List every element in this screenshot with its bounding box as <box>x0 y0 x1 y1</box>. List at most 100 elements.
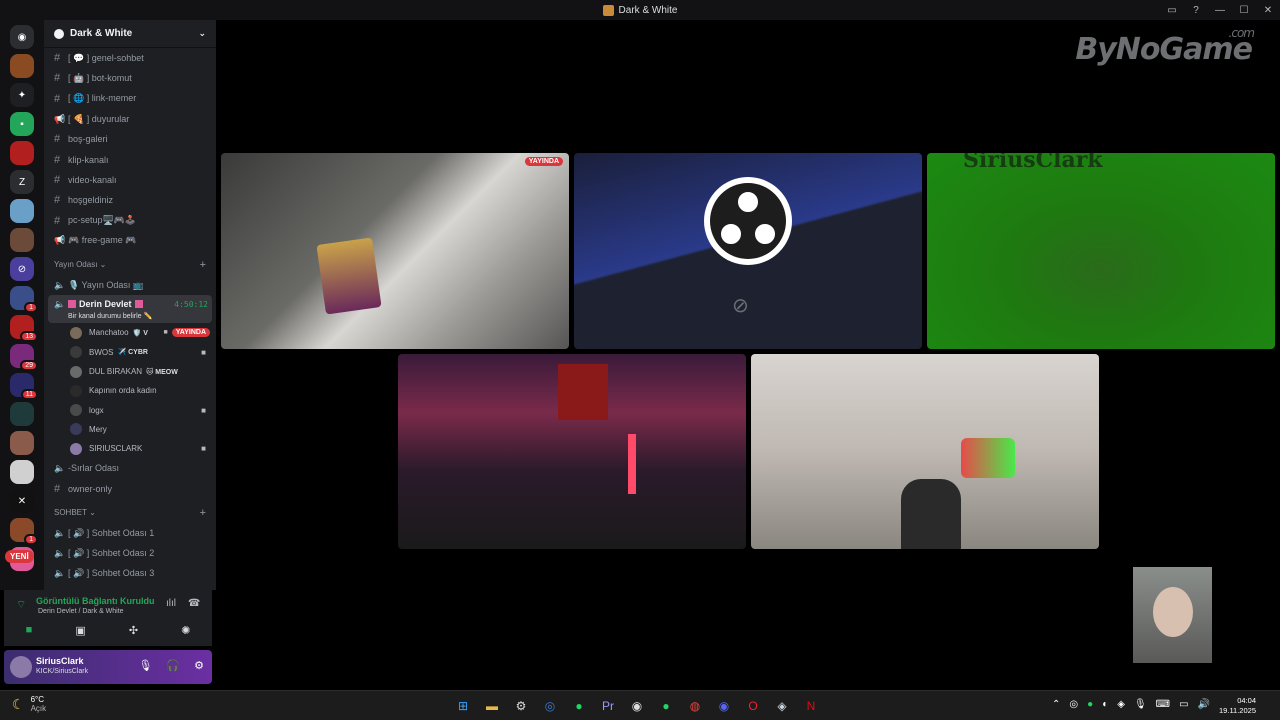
nvidia-icon[interactable]: ◐ <box>1102 699 1108 710</box>
server-icon[interactable] <box>10 228 34 252</box>
activities-icon[interactable]: ✣ <box>129 624 138 637</box>
text-channel[interactable]: # pc-setup🖥️🎮🕹️ <box>44 210 216 230</box>
voice-user[interactable]: logx ■ <box>44 400 216 419</box>
netflix-icon[interactable]: N <box>802 697 820 715</box>
voice-user[interactable]: Mery <box>44 420 216 439</box>
voice-user[interactable]: DUL BIRAKAN 🐱 MEOW <box>44 362 216 381</box>
video-tile-room-white[interactable] <box>751 354 1099 549</box>
voice-user[interactable]: BWOS ✈️ CYBR ■ <box>44 343 216 362</box>
text-channel[interactable]: # boş-galeri <box>44 129 216 149</box>
close-button[interactable]: ✕ <box>1256 5 1280 16</box>
server-icon[interactable] <box>10 431 34 455</box>
gear-icon[interactable]: ⚙ <box>194 659 204 672</box>
settings-icon[interactable]: ⚙ <box>512 697 530 715</box>
category-sohbet[interactable]: SOHBET ⌄ + <box>44 503 216 523</box>
server-icon[interactable]: 1 <box>10 286 38 313</box>
video-tile-obs[interactable]: ⊘ <box>574 153 922 349</box>
volume-icon[interactable]: 🔊 <box>1198 699 1210 710</box>
guild-header[interactable]: Dark & White ⌄ <box>44 20 216 48</box>
text-channel[interactable]: # [ 🌐 ] link-memer <box>44 89 216 109</box>
voice-channel[interactable]: 🔈[ 🔊 ] Sohbet Odası 1 <box>44 523 216 543</box>
headphones-icon[interactable]: 🎧 <box>166 659 180 672</box>
server-icon[interactable]: ✕ <box>10 489 34 513</box>
mic-tray-icon[interactable]: 🎙 <box>1134 699 1147 710</box>
text-channel[interactable]: # klip-kanalı <box>44 149 216 169</box>
voice-location[interactable]: Derin Devlet / Dark & White <box>38 608 124 615</box>
server-icon[interactable]: ⊘ <box>10 257 34 281</box>
category-stream[interactable]: Yayın Odası ⌄ + <box>44 255 216 275</box>
steam-tray-icon[interactable]: ◈ <box>1117 699 1125 710</box>
text-channel[interactable]: # hoşgeldiniz <box>44 190 216 210</box>
voice-channel-stream-room[interactable]: 🔈 🎙️ Yayın Odası 📺 <box>44 275 216 295</box>
app-blue-icon[interactable]: ◎ <box>541 697 559 715</box>
server-icon[interactable] <box>10 54 34 78</box>
minimize-button[interactable]: — <box>1208 5 1232 16</box>
soundboard-icon[interactable]: ✺ <box>181 624 190 637</box>
obs-icon[interactable]: ◉ <box>628 697 646 715</box>
spotify-icon[interactable]: ● <box>570 697 588 715</box>
voice-user[interactable]: SIRIUSCLARK ■ <box>44 439 216 458</box>
add-channel-icon[interactable]: + <box>200 259 206 271</box>
voice-channel[interactable]: 🔈[ 🔊 ] Sohbet Odası 2 <box>44 543 216 563</box>
voice-channel[interactable]: 🔈[ 🔊 ] Sohbet Odası 3 <box>44 564 216 584</box>
server-icon[interactable] <box>10 199 34 223</box>
whatsapp-icon[interactable]: ● <box>657 697 675 715</box>
server-icon[interactable]: 13 <box>10 315 38 342</box>
channel-item[interactable]: # owner-only <box>44 479 216 499</box>
keyboard-icon[interactable]: ⌨ <box>1156 699 1170 710</box>
weather-widget[interactable]: ☾ 6°C Açık <box>12 695 46 713</box>
text-channel[interactable]: # [ 💬 ] genel-sohbet <box>44 48 216 68</box>
text-channel[interactable]: 📢[ 🍕 ] duyurular <box>44 109 216 129</box>
premiere-icon[interactable]: Pr <box>599 697 617 715</box>
chrome-icon[interactable]: ◍ <box>686 697 704 715</box>
file-explorer-icon[interactable]: ▬ <box>483 697 501 715</box>
server-icon[interactable]: ▪ <box>10 112 34 136</box>
camera-icon: ■ <box>163 329 168 337</box>
opera-icon[interactable]: O <box>744 697 762 715</box>
spotify-tray-icon[interactable]: ● <box>1087 699 1093 710</box>
noise-suppression-icon[interactable]: ılıl <box>166 598 176 609</box>
voice-user[interactable]: Kapının orda kadın <box>44 381 216 400</box>
video-tile-room-red[interactable] <box>398 354 746 549</box>
inbox-icon[interactable]: ▭ <box>1160 5 1184 16</box>
channel-item[interactable]: 🔈 -Sırlar Odası <box>44 458 216 478</box>
disconnect-icon[interactable]: ☎ <box>188 598 200 609</box>
help-icon[interactable]: ? <box>1184 5 1208 16</box>
server-icon[interactable]: 11 <box>10 373 38 400</box>
camera-icon: ■ <box>201 347 206 357</box>
mic-icon[interactable]: 🎙 <box>138 659 152 672</box>
maximize-button[interactable]: ☐ <box>1232 5 1256 16</box>
server-icon[interactable] <box>10 141 34 165</box>
server-icon[interactable]: Z <box>10 170 34 194</box>
server-icon[interactable]: 29 <box>10 344 38 371</box>
avatar[interactable] <box>10 656 32 678</box>
megaphone-icon: 📢 <box>54 235 66 246</box>
active-voice-channel[interactable]: 🔈 Derin Devlet 4:50:12 Bir kanal durumu … <box>48 295 212 324</box>
steam-icon[interactable]: ◈ <box>773 697 791 715</box>
video-tile-stream[interactable]: YAYINDA <box>221 153 569 349</box>
camera-icon[interactable]: ■ <box>26 624 33 637</box>
text-channel[interactable]: # [ 🤖 ] bot-komut <box>44 68 216 88</box>
server-icon[interactable]: ✦ <box>10 83 34 107</box>
discord-icon[interactable]: ◉ <box>715 697 733 715</box>
led-lamp-image <box>628 434 636 494</box>
text-channel[interactable]: 📢 🎮 free-game 🎮 <box>44 231 216 251</box>
self-camera-preview[interactable] <box>1133 567 1212 663</box>
voice-status[interactable]: Görüntülü Bağlantı Kuruldu <box>36 596 155 606</box>
start-icon[interactable]: ⊞ <box>454 697 472 715</box>
add-channel-icon[interactable]: + <box>200 507 206 519</box>
server-icon[interactable] <box>10 460 34 484</box>
text-channel[interactable]: # video-kanalı <box>44 170 216 190</box>
channel-status-setter[interactable]: Bir kanal durumu belirle ✏️ <box>54 312 152 320</box>
server-icon[interactable]: 1 <box>10 518 38 545</box>
clock[interactable]: 04:04 19.11.2025 <box>1219 696 1256 716</box>
network-icon[interactable]: ▭ <box>1179 699 1188 710</box>
camera-icon: ■ <box>201 405 206 415</box>
voice-user[interactable]: Manchatoo 🛡️ V ■ YAYINDA <box>44 323 216 342</box>
server-icon[interactable] <box>10 402 34 426</box>
screen-share-icon[interactable]: ▣ <box>75 624 85 637</box>
chevron-up-icon[interactable]: ⌃ <box>1052 699 1060 710</box>
steelseries-icon[interactable]: ◎ <box>1069 699 1078 710</box>
video-tile-green[interactable]: SiriusClark <box>927 153 1275 349</box>
server-icon[interactable]: ◉ <box>10 25 34 49</box>
